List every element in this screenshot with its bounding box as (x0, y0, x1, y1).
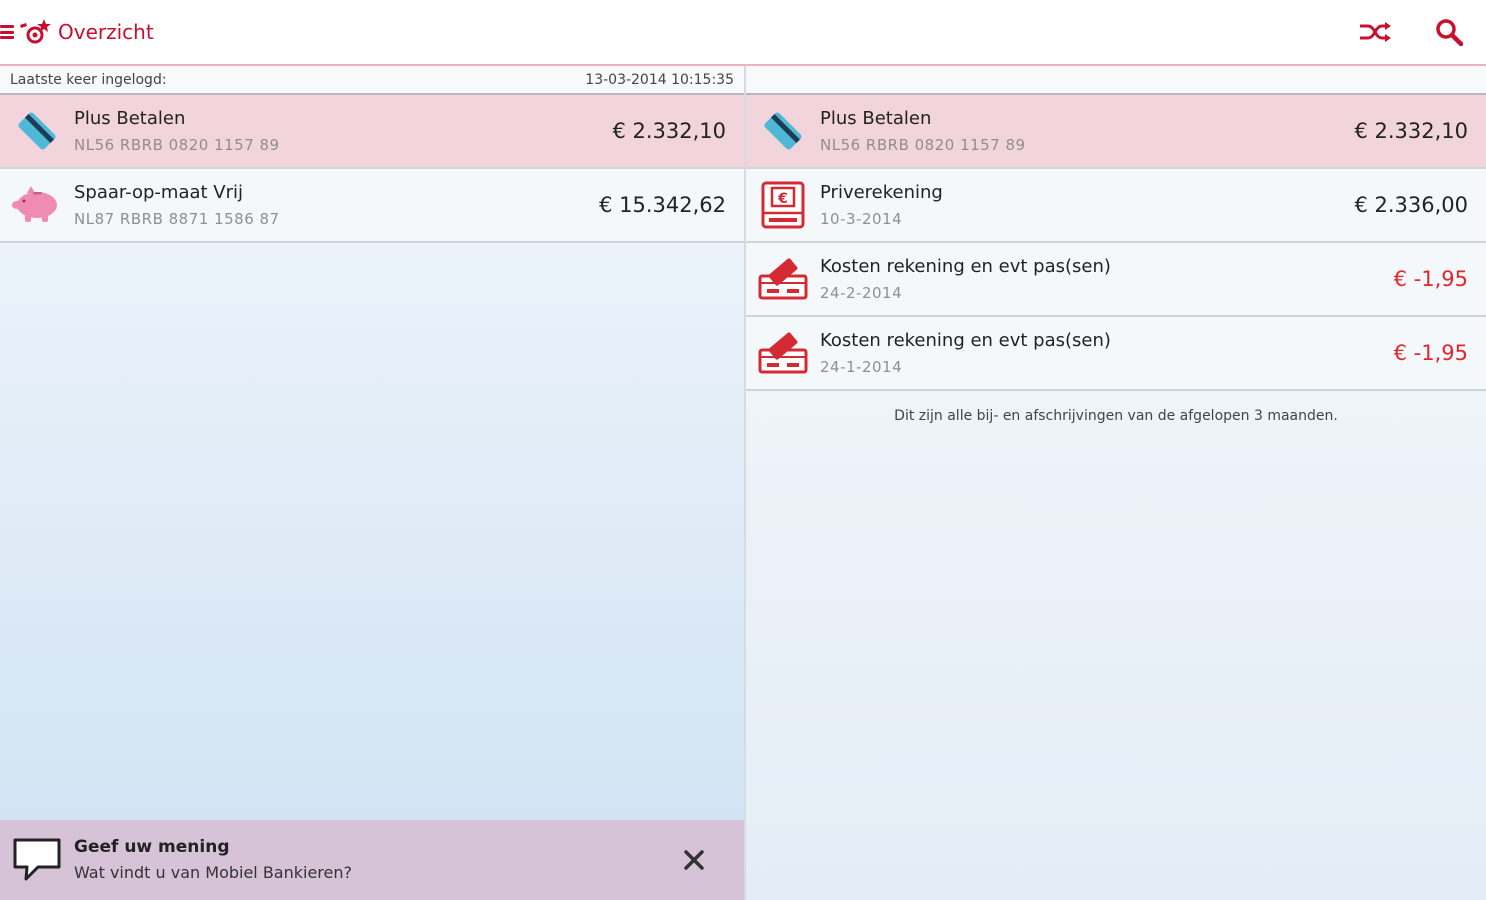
action-bar: Overzicht (0, 0, 1486, 66)
selected-account-row[interactable]: Plus Betalen NL56 RBRB 0820 1157 89 € 2.… (746, 95, 1486, 169)
card-debit-icon (758, 332, 808, 374)
rabo-logo-icon (20, 19, 51, 44)
last-login-time: 13-03-2014 10:15:35 (585, 71, 734, 88)
feedback-banner[interactable]: Geef uw mening Wat vindt u van Mobiel Ba… (0, 820, 744, 900)
transaction-row[interactable]: Kosten rekening en evt pas(sen) 24-1-201… (746, 317, 1486, 391)
piggy-bank-icon (12, 186, 57, 222)
switch-view-button[interactable] (1338, 0, 1412, 65)
shuffle-icon (1360, 22, 1391, 42)
account-row-spaar-op-maat[interactable]: Spaar-op-maat Vrij NL87 RBRB 8871 1586 8… (0, 169, 744, 243)
transactions-header (746, 66, 1486, 95)
home-up-button[interactable]: Overzicht (0, 0, 154, 65)
speech-bubble-icon (13, 838, 61, 881)
account-iban: NL87 RBRB 8871 1586 87 (74, 209, 280, 228)
transaction-date: 10-3-2014 (820, 209, 903, 228)
page-title: Overzicht (58, 20, 154, 44)
transaction-row[interactable]: Kosten rekening en evt pas(sen) 24-2-201… (746, 243, 1486, 317)
account-name: Plus Betalen (74, 107, 186, 129)
transaction-description: Kosten rekening en evt pas(sen) (820, 329, 1111, 351)
transaction-amount: € 2.336,00 (1354, 193, 1468, 217)
account-balance: € 2.332,10 (1354, 119, 1468, 143)
transaction-description: Kosten rekening en evt pas(sen) (820, 255, 1111, 277)
transactions-pane: Plus Betalen NL56 RBRB 0820 1157 89 € 2.… (746, 66, 1486, 900)
account-balance: € 2.332,10 (612, 119, 726, 143)
account-balance: € 15.342,62 (599, 193, 726, 217)
transactions-period-note: Dit zijn alle bij- en afschrijvingen van… (894, 408, 1338, 424)
transaction-amount: € -1,95 (1393, 341, 1468, 365)
close-feedback-button[interactable] (662, 828, 726, 892)
transaction-date: 24-1-2014 (820, 357, 903, 376)
last-login-label: Laatste keer ingelogd: (10, 71, 167, 88)
feedback-subtitle: Wat vindt u van Mobiel Bankieren? (74, 863, 353, 882)
account-iban: NL56 RBRB 0820 1157 89 (74, 135, 280, 154)
transaction-amount: € -1,95 (1393, 267, 1468, 291)
transaction-row[interactable]: € Priverekening 10-3-2014 € 2.336,00 (746, 169, 1486, 243)
account-name: Plus Betalen (820, 107, 932, 129)
search-button[interactable] (1412, 0, 1486, 65)
close-icon (684, 850, 704, 870)
feedback-title: Geef uw mening (74, 837, 230, 857)
menu-icon (0, 25, 14, 39)
account-name: Spaar-op-maat Vrij (74, 181, 244, 203)
bank-card-icon (764, 112, 802, 150)
search-icon (1436, 19, 1463, 46)
card-debit-icon (758, 258, 808, 300)
last-login-bar: Laatste keer ingelogd: 13-03-2014 10:15:… (0, 66, 744, 95)
transaction-date: 24-2-2014 (820, 283, 903, 302)
euro-transfer-icon: € (761, 181, 805, 229)
account-row-plus-betalen[interactable]: Plus Betalen NL56 RBRB 0820 1157 89 € 2.… (0, 95, 744, 169)
bank-card-icon (18, 112, 56, 150)
svg-text:€: € (777, 191, 788, 207)
accounts-pane: Laatste keer ingelogd: 13-03-2014 10:15:… (0, 66, 744, 900)
transaction-description: Priverekening (820, 181, 943, 203)
account-iban: NL56 RBRB 0820 1157 89 (820, 135, 1026, 154)
